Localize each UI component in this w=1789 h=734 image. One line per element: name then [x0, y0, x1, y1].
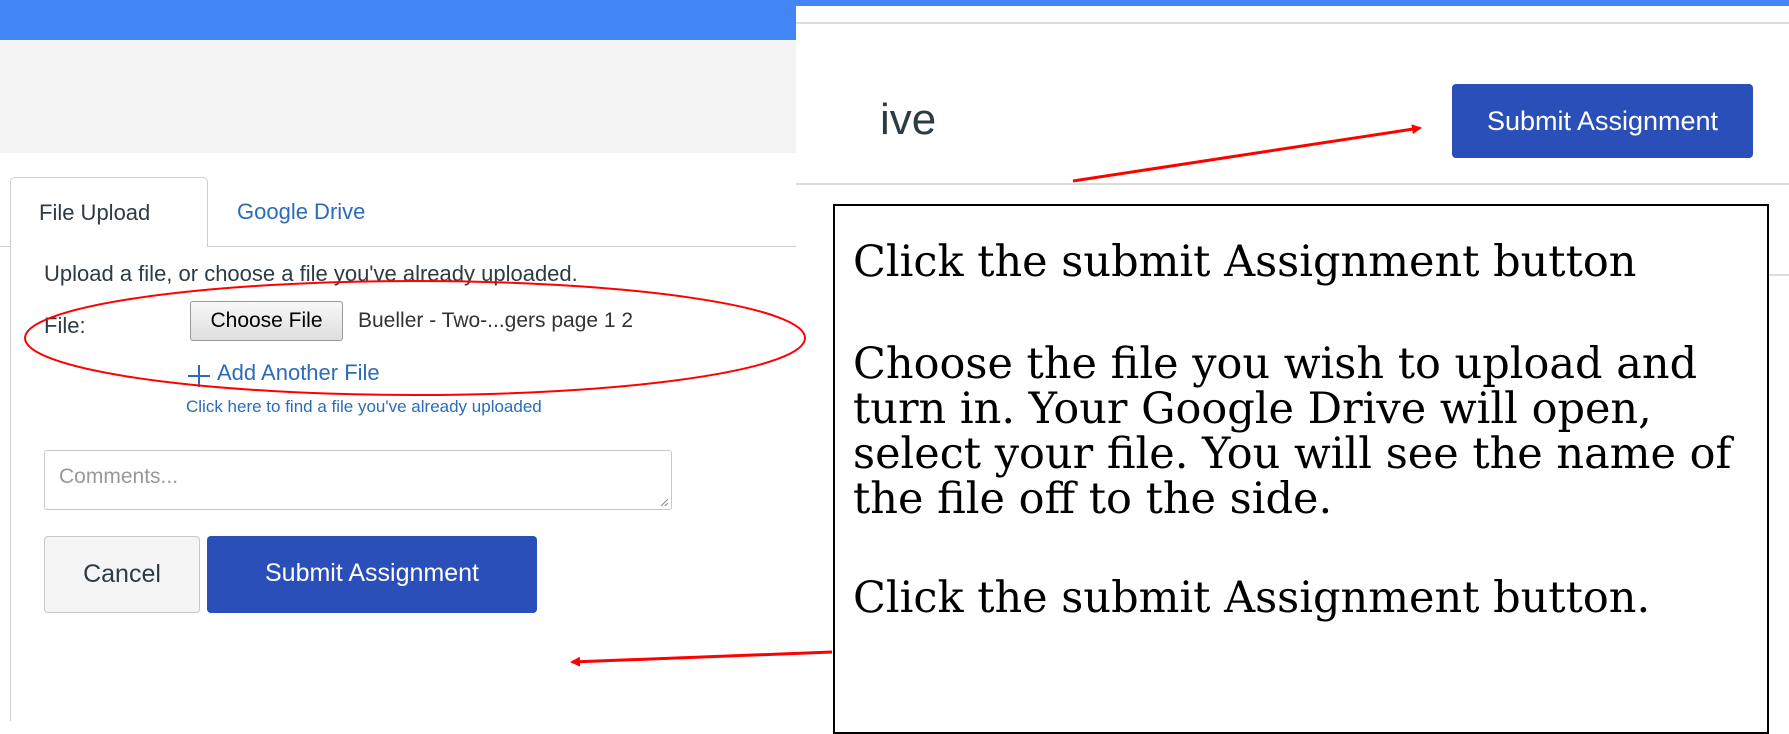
tab-divider [0, 246, 10, 247]
choose-file-button[interactable]: Choose File [190, 301, 343, 341]
tab-file-upload[interactable]: File Upload [10, 177, 208, 247]
tab-divider [208, 246, 796, 247]
tab-pane-border [10, 246, 11, 721]
page-header-area [0, 40, 796, 153]
submit-assignment-button[interactable]: Submit Assignment [207, 536, 537, 613]
instruction-callout: Click the submit Assignment button Choos… [833, 204, 1769, 734]
cancel-button[interactable]: Cancel [44, 536, 200, 613]
file-label: File: [44, 313, 86, 338]
resize-grip-icon[interactable] [659, 497, 669, 507]
instruction-step-choose-file: Choose the file you wish to upload and t… [853, 339, 1732, 524]
submission-panel: File Upload Google Drive Upload a file, … [0, 153, 796, 721]
divider [796, 22, 1789, 24]
annotation-arrow [1072, 124, 1422, 183]
page-title: ive [880, 95, 937, 144]
find-uploaded-file-link[interactable]: Click here to find a file you've already… [186, 397, 542, 417]
selected-file-name: Bueller - Two-...gers page 1 2 [358, 309, 634, 332]
upload-instructions: Upload a file, or choose a file you've a… [44, 261, 578, 286]
instruction-step-submit: Click the submit Assignment button [853, 237, 1637, 287]
divider [796, 183, 1789, 185]
comments-placeholder: Comments... [59, 465, 179, 488]
tab-google-drive[interactable]: Google Drive [237, 199, 365, 225]
plus-icon[interactable] [186, 363, 212, 389]
tab-label: File Upload [39, 200, 151, 225]
submit-assignment-button[interactable]: Submit Assignment [1452, 84, 1753, 158]
top-bar [0, 0, 796, 40]
tab-label: Google Drive [237, 199, 366, 224]
comments-field[interactable]: Comments... [44, 450, 672, 510]
top-bar [796, 0, 1789, 6]
add-another-file-link[interactable]: Add Another File [217, 360, 380, 386]
instruction-step-submit-final: Click the submit Assignment button. [853, 573, 1651, 623]
